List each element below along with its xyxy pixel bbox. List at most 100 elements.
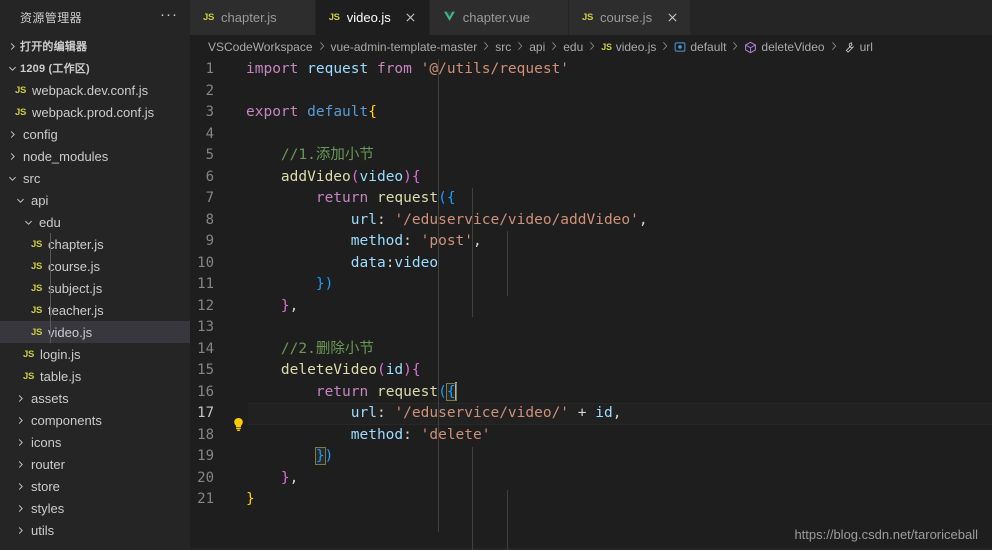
code-line[interactable]: 19 }) [190,446,992,468]
breadcrumb-item[interactable]: deleteVideo [744,40,825,54]
explorer-title: 资源管理器 [20,11,83,25]
tree-row[interactable]: JS course.js [0,255,190,277]
code-line[interactable]: 2 [190,81,992,103]
tree-row[interactable]: JS subject.js [0,277,190,299]
breadcrumb-label: src [495,40,512,54]
chevron-right-icon[interactable] [12,519,28,541]
symbol-object-icon [674,41,686,53]
line-number: 10 [197,254,214,271]
code-line[interactable]: 6 addVideo(video){ [190,167,992,189]
editor-tab[interactable]: JS chapter.js [190,0,316,35]
breadcrumb-item[interactable]: api [529,40,545,54]
breadcrumb-item[interactable]: vue-admin-template-master [331,40,478,54]
code-text: deleteVideo(id){ [280,362,421,378]
tree-row[interactable]: JS webpack.dev.conf.js [0,79,190,101]
chevron-right-icon[interactable] [12,453,28,475]
code-text: data:video [350,254,439,271]
chevron-right-icon[interactable] [12,387,28,409]
tree-row[interactable]: icons [0,431,190,453]
chevron-down-icon[interactable] [12,189,28,211]
breadcrumb-item[interactable]: edu [563,40,583,54]
chevron-right-icon[interactable] [12,431,28,453]
close-icon[interactable] [664,10,680,26]
code-line[interactable]: 4 [190,124,992,146]
code-text: //1.添加小节 [280,147,374,163]
chevron-right-icon[interactable] [4,123,20,145]
indent-guide [472,447,473,550]
tree-indent-guide [50,233,51,343]
code-line[interactable]: 11 }) [190,274,992,296]
code-line[interactable]: 8 url: '/eduservice/video/addVideo', [190,210,992,232]
tree-row[interactable]: JS login.js [0,343,190,365]
code-line[interactable]: 16 return request({ [190,381,992,404]
tree-row[interactable]: node_modules [0,145,190,167]
code-text: method: 'post', [350,233,482,249]
breadcrumb-item[interactable]: url [843,40,873,54]
chevron-right-icon[interactable] [12,475,28,497]
tree-row[interactable]: JS table.js [0,365,190,387]
code-line[interactable]: 12 }, [190,296,992,318]
breadcrumb-item[interactable]: src [495,40,511,54]
code-line[interactable]: 7 return request({ [190,188,992,210]
tree-row[interactable]: styles [0,497,190,519]
tree-row-label: course.js [48,258,101,274]
code-line[interactable]: 3 export default{ [190,102,992,124]
code-line[interactable]: 21} [190,489,992,511]
tree-row[interactable]: JS chapter.js [0,233,190,255]
chevron-down-icon[interactable] [4,167,20,189]
chevron-right-icon[interactable] [12,409,28,431]
tree-row[interactable]: config [0,123,190,145]
chevron-right-icon[interactable] [4,145,20,167]
breadcrumb-item[interactable]: default [674,40,726,54]
editor-tab[interactable]: JS course.js [569,0,692,35]
js-file-icon: JS [582,12,594,23]
code-line[interactable]: 1 import request from '@/utils/request' [190,59,992,81]
tree-row[interactable]: JS webpack.prod.conf.js [0,101,190,123]
tree-row[interactable]: JS teacher.js [0,299,190,321]
line-number: 14 [197,340,214,357]
tree-row[interactable]: assets [0,387,190,409]
line-number: 21 [197,491,214,507]
tree-row-selected[interactable]: JS video.js [0,321,190,343]
chevron-right-icon[interactable] [12,497,28,519]
code-line[interactable]: 15 deleteVideo(id){ [190,360,992,382]
code-lines: 1 import request from '@/utils/request' 2 3… [190,59,992,511]
tree-row[interactable]: router [0,453,190,475]
code-line[interactable]: 14 //2.删除小节 [190,339,992,361]
code-text: import request from '@/utils/request' [246,61,570,77]
code-line[interactable]: 5 //1.添加小节 [190,145,992,167]
breadcrumb-label: api [529,40,546,54]
tree-row[interactable]: src [0,167,190,189]
js-file-icon: JS [30,326,43,338]
code-line[interactable]: 9 method: 'post', [190,231,992,253]
tree-row[interactable]: utils [0,519,190,541]
editor-tab[interactable]: JS video.js [315,0,430,35]
editor-scrollbar[interactable] [978,59,992,550]
code-line[interactable]: 20 }, [190,468,992,490]
breadcrumb-label: default [690,40,727,54]
tree-row[interactable]: store [0,475,190,497]
close-icon[interactable] [403,10,419,26]
code-line[interactable]: 17 url: '/eduservice/video/' + id, [190,403,992,431]
more-actions-icon[interactable]: ··· [160,7,178,24]
code-line[interactable]: 18 method: 'delete' [190,425,992,447]
editor-tab[interactable]: chapter.vue [429,0,570,35]
section-open-editors[interactable]: 打开的编辑器 [0,35,190,57]
code-editor[interactable]: 1 import request from '@/utils/request' 2 3… [190,59,992,550]
chevron-down-icon[interactable] [20,211,36,233]
explorer-header: 资源管理器 ··· [0,0,190,35]
breadcrumb-item[interactable]: VSCodeWorkspace [208,40,313,54]
breadcrumb-item[interactable]: JS video.js [601,40,656,54]
code-line[interactable]: 13 [190,317,992,339]
tree-row[interactable]: api [0,189,190,211]
breadcrumb-label: vue-admin-template-master [330,40,478,54]
tree-row[interactable]: edu [0,211,190,233]
code-line[interactable]: 10 data:video [190,253,992,275]
section-workspace[interactable]: 1209 (工作区) [0,57,190,79]
tree-row[interactable]: components [0,409,190,431]
